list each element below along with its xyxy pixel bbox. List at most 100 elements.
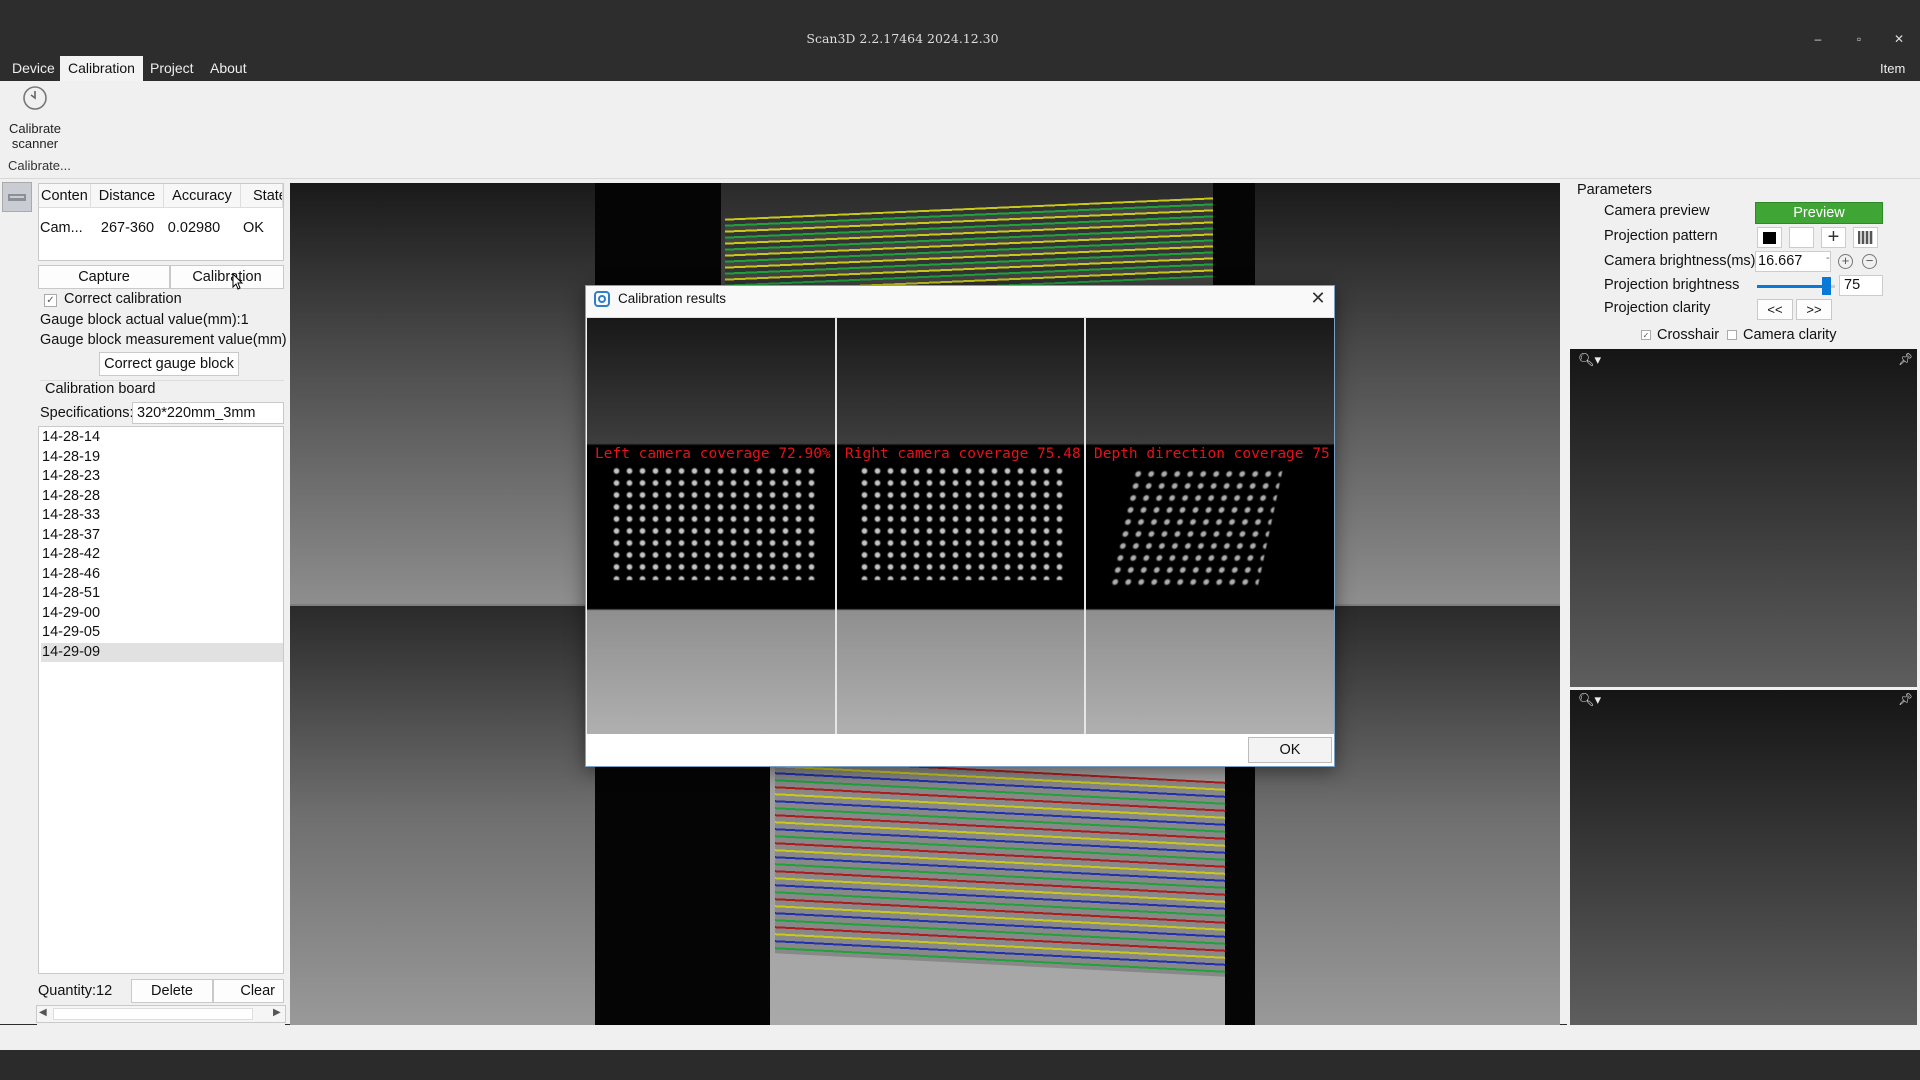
divider	[835, 318, 837, 734]
menu-device[interactable]: Device	[4, 56, 63, 81]
stepper-icon[interactable]: -	[1826, 252, 1830, 264]
menu-bar	[0, 56, 1920, 81]
close-window-button[interactable]: ✕	[1887, 30, 1911, 48]
correct-gauge-block-button[interactable]: Correct gauge block	[99, 352, 239, 376]
scrollbar-thumb[interactable]	[53, 1008, 253, 1020]
cell-accuracy[interactable]: 0.02980	[164, 217, 224, 239]
taskbar	[0, 1050, 1920, 1080]
item-dropdown[interactable]: Item ▾	[1872, 56, 1920, 101]
mouse-cursor-icon	[232, 273, 244, 290]
camera-brightness-label: Camera brightness(ms)	[1604, 253, 1756, 269]
capture-list-item[interactable]: 14-28-37	[41, 526, 283, 545]
scroll-left-icon[interactable]: ◀	[39, 1007, 47, 1018]
dot-grid-right	[858, 465, 1063, 580]
capture-list-item[interactable]: 14-29-09	[41, 642, 283, 662]
capture-list-item[interactable]: 14-28-23	[41, 467, 283, 486]
ribbon	[0, 81, 1920, 179]
preview-button[interactable]: Preview	[1755, 202, 1883, 224]
pin-icon[interactable]: 📌︎	[1898, 352, 1913, 366]
correct-calibration-label: Correct calibration	[64, 291, 182, 307]
projection-brightness-label: Projection brightness	[1604, 277, 1740, 293]
cell-distance[interactable]: 267-360	[91, 217, 164, 239]
slider-thumb[interactable]	[1821, 277, 1831, 295]
capture-list-item[interactable]: 14-28-19	[41, 448, 283, 467]
preview-panel-right[interactable]	[1570, 690, 1917, 1025]
ok-button[interactable]: OK	[1248, 737, 1332, 763]
menu-calibration[interactable]: Calibration	[60, 56, 143, 81]
camera-clarity-label: Camera clarity	[1743, 327, 1837, 343]
pin-icon[interactable]: 📌︎	[1898, 692, 1913, 706]
cell-content[interactable]: Cam...	[40, 217, 90, 239]
quantity-label: Quantity:12	[38, 983, 113, 999]
correct-calibration-checkbox[interactable]: ✓	[44, 294, 57, 307]
crosshair-label: Crosshair	[1657, 327, 1720, 343]
menu-project[interactable]: Project	[142, 56, 202, 81]
pattern-white-button[interactable]	[1789, 227, 1814, 248]
divider	[1084, 318, 1086, 734]
menu-about[interactable]: About	[202, 56, 255, 81]
gauge-actual-label: Gauge block actual value(mm):1	[40, 312, 249, 328]
capture-button[interactable]: Capture	[38, 265, 170, 289]
status-bar	[0, 1025, 1920, 1050]
grid-pattern-button[interactable]	[1853, 227, 1878, 248]
projection-brightness-input[interactable]: 75	[1839, 275, 1883, 296]
capture-list-item[interactable]: 14-28-33	[41, 506, 283, 525]
clarity-next-button[interactable]: >>	[1796, 299, 1832, 320]
preview-panel-left[interactable]	[1570, 349, 1917, 687]
dot-grid-depth	[1107, 468, 1283, 590]
capture-list-item[interactable]: 14-28-51	[41, 584, 283, 603]
left-coverage-text: Left camera coverage 72.90%	[595, 446, 831, 462]
app-logo-icon	[594, 291, 610, 307]
window-title: Scan3D 2.2.17464 2024.12.30	[806, 31, 999, 46]
capture-list-item[interactable]: 14-28-42	[41, 545, 283, 564]
depth-coverage-text: Depth direction coverage 75	[1094, 446, 1330, 462]
grid-pattern-icon	[1858, 231, 1873, 244]
camera-clarity-checkbox[interactable]	[1727, 330, 1737, 340]
decrease-icon[interactable]: −	[1862, 254, 1877, 269]
col-header-distance[interactable]: Distance	[91, 184, 164, 208]
camera-preview-label: Camera preview	[1604, 203, 1710, 219]
delete-button[interactable]: Delete	[131, 979, 213, 1003]
col-header-state[interactable]: State	[241, 184, 283, 208]
refresh-icon	[23, 86, 47, 110]
zoom-icon[interactable]: 🔍︎▾	[1578, 352, 1601, 368]
col-header-content[interactable]: Conten	[39, 184, 91, 208]
minimize-button[interactable]: –	[1806, 30, 1830, 48]
calibrate-scanner-label: Calibrate scanner	[8, 121, 62, 151]
specifications-field[interactable]: 320*220mm_3mm	[132, 402, 284, 424]
capture-list-item[interactable]: 14-29-05	[41, 623, 283, 642]
crosshair-pattern-icon[interactable]: +	[1821, 227, 1846, 248]
pattern-black-button[interactable]	[1757, 227, 1782, 248]
projection-clarity-label: Projection clarity	[1604, 300, 1711, 316]
dialog-footer	[586, 734, 1334, 766]
capture-list-item[interactable]: 14-28-46	[41, 565, 283, 584]
horizontal-scrollbar[interactable]: ◀ ▶	[36, 1005, 286, 1023]
crosshair-checkbox[interactable]: ✓	[1641, 330, 1651, 340]
specifications-label: Specifications:	[40, 405, 134, 421]
side-tab[interactable]	[2, 182, 32, 212]
gauge-measurement-label: Gauge block measurement value(mm)	[40, 332, 287, 348]
restore-button[interactable]: ▫	[1847, 30, 1871, 48]
capture-list-item[interactable]: 14-28-14	[41, 428, 283, 447]
capture-list-item[interactable]: 14-28-28	[41, 487, 283, 506]
capture-list-item[interactable]: 14-29-00	[41, 604, 283, 623]
calibration-button[interactable]: Calibration	[170, 265, 284, 289]
title-bar	[0, 0, 1920, 27]
dialog-close-icon[interactable]: ✕	[1307, 287, 1329, 309]
scanner-icon	[8, 194, 26, 201]
marker-pattern-bottom	[775, 758, 1225, 977]
projection-pattern-label: Projection pattern	[1604, 228, 1718, 244]
slider-fill	[1757, 285, 1826, 288]
clarity-prev-button[interactable]: <<	[1757, 299, 1793, 320]
clear-button[interactable]: Clear	[213, 979, 284, 1003]
zoom-icon[interactable]: 🔍︎▾	[1578, 692, 1601, 708]
increase-icon[interactable]: +	[1838, 254, 1853, 269]
col-header-accuracy[interactable]: Accuracy	[164, 184, 241, 208]
cell-state[interactable]: OK	[241, 217, 267, 239]
scroll-right-icon[interactable]: ▶	[273, 1007, 281, 1018]
calibration-board-title: Calibration board	[45, 381, 156, 397]
dot-grid-left	[610, 465, 815, 580]
camera-brightness-input[interactable]: 16.667	[1755, 251, 1831, 272]
calibrate-scanner-button[interactable]: Calibrate scanner	[4, 84, 66, 151]
black-square-icon	[1763, 232, 1776, 244]
